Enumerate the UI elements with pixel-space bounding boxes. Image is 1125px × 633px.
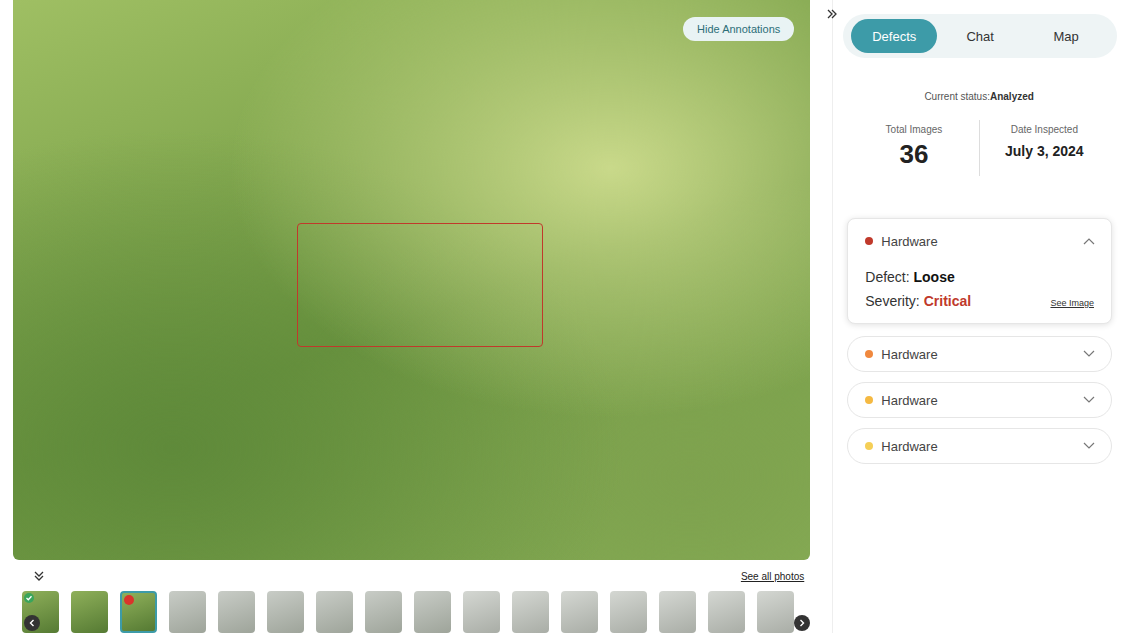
stat-label: Total Images: [849, 124, 978, 135]
hide-annotations-button[interactable]: Hide Annotations: [683, 17, 794, 41]
severity-dot: [865, 442, 873, 450]
severity-dot: [865, 237, 873, 245]
viewer-column: Hide Annotations See all photos: [0, 0, 832, 633]
defect-details: Defect: Loose Severity:CriticalSee Image: [848, 263, 1111, 323]
thumbnail[interactable]: [120, 591, 157, 633]
defect-card-header[interactable]: Hardware: [848, 337, 1111, 371]
thumbnail[interactable]: [414, 591, 451, 633]
stats-row: Total Images 36Date Inspected July 3, 2024: [849, 120, 1109, 176]
thumbnail[interactable]: [512, 591, 549, 633]
defect-list: Hardware Defect: Loose Severity:CriticalSe…: [847, 218, 1112, 464]
defect-card-header[interactable]: Hardware: [848, 383, 1111, 417]
panel-tabs: DefectsChatMap: [843, 14, 1117, 58]
inspection-app: Hide Annotations See all photos DefectsCha…: [0, 0, 1125, 633]
stat: Date Inspected July 3, 2024: [979, 120, 1109, 176]
thumbnail[interactable]: [610, 591, 647, 633]
previous-arrow-icon[interactable]: [24, 615, 40, 631]
thumbnail[interactable]: [316, 591, 353, 633]
see-all-photos-link[interactable]: See all photos: [741, 571, 804, 582]
defect-category: Hardware: [881, 234, 1083, 249]
thumbnail[interactable]: [757, 591, 794, 633]
severity-dot: [865, 350, 873, 358]
next-arrow-icon[interactable]: [794, 615, 810, 631]
tab[interactable]: Map: [1023, 19, 1109, 53]
defect-category: Hardware: [881, 393, 1083, 408]
chevron-icon[interactable]: [1083, 237, 1095, 245]
defect-card-header[interactable]: Hardware: [848, 219, 1111, 263]
tab[interactable]: Defects: [851, 19, 937, 53]
stat: Total Images 36: [849, 120, 978, 176]
stat-label: Date Inspected: [980, 124, 1109, 135]
thumbnail[interactable]: [267, 591, 304, 633]
defect-card[interactable]: Hardware: [847, 336, 1112, 372]
stat-value: July 3, 2024: [980, 143, 1109, 159]
defect-line: Defect: Loose: [865, 269, 1094, 285]
stat-value: 36: [849, 139, 978, 170]
annotation-box[interactable]: [297, 223, 543, 347]
severity-dot: [865, 396, 873, 404]
thumbnail-gallery: See all photos: [13, 560, 810, 633]
defect-badge-icon: [124, 595, 134, 605]
side-panel: DefectsChatMap Current status:Analyzed Tot…: [832, 0, 1125, 633]
chevron-icon[interactable]: [1083, 396, 1095, 404]
thumbnail[interactable]: [365, 591, 402, 633]
thumbnail[interactable]: [659, 591, 696, 633]
thumbnail[interactable]: [218, 591, 255, 633]
inspection-photo: Hide Annotations: [13, 0, 810, 560]
chevron-icon[interactable]: [1083, 350, 1095, 358]
status-value: Analyzed: [990, 91, 1034, 102]
thumbnail[interactable]: [169, 591, 206, 633]
severity-line: Severity:CriticalSee Image: [865, 293, 1094, 309]
defect-category: Hardware: [881, 439, 1083, 454]
defect-card[interactable]: Hardware: [847, 382, 1112, 418]
thumbnail[interactable]: [561, 591, 598, 633]
check-badge-icon: [24, 593, 34, 603]
status-line: Current status:Analyzed: [833, 91, 1125, 102]
see-image-link[interactable]: See Image: [1050, 298, 1094, 308]
thumbnail[interactable]: [71, 591, 108, 633]
thumbnail[interactable]: [463, 591, 500, 633]
chevron-icon[interactable]: [1083, 442, 1095, 450]
defect-card[interactable]: Hardware: [847, 428, 1112, 464]
tab[interactable]: Chat: [937, 19, 1023, 53]
defect-card-header[interactable]: Hardware: [848, 429, 1111, 463]
thumbnail-row: [13, 584, 810, 633]
collapse-chevron-icon[interactable]: [33, 570, 45, 582]
defect-category: Hardware: [881, 347, 1083, 362]
thumbnail[interactable]: [708, 591, 745, 633]
status-label: Current status:: [924, 91, 990, 102]
gallery-header: See all photos: [13, 560, 810, 584]
double-chevron-icon[interactable]: [826, 8, 838, 20]
defect-card[interactable]: Hardware Defect: Loose Severity:CriticalSe…: [847, 218, 1112, 324]
